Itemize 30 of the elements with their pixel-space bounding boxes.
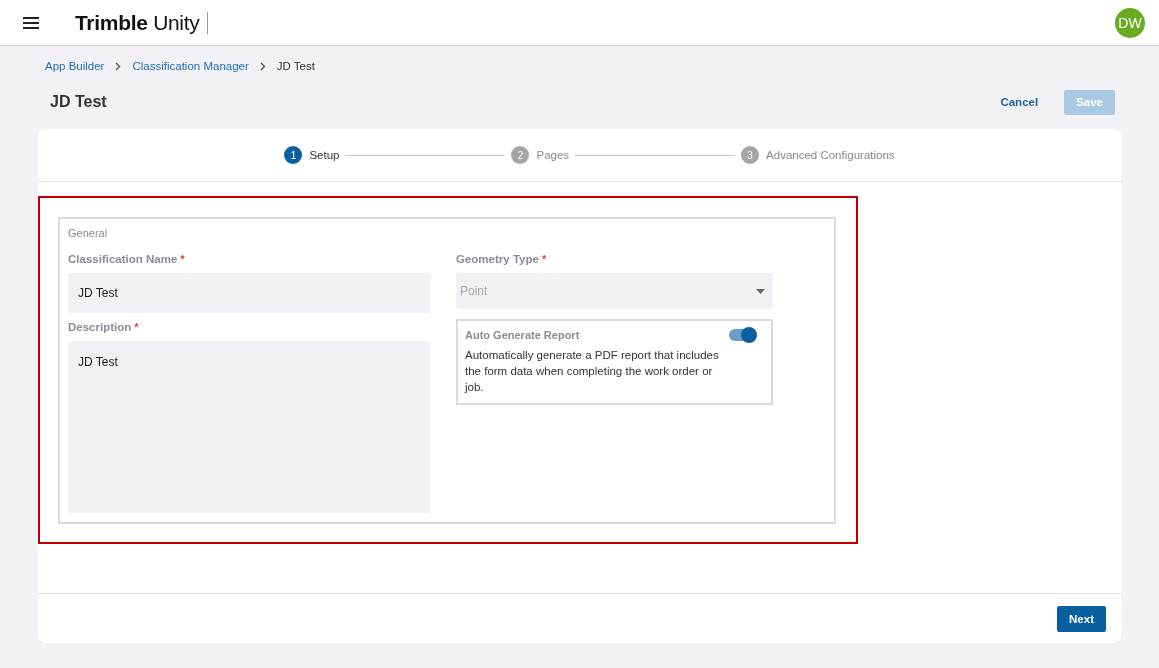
cancel-button[interactable]: Cancel: [994, 95, 1045, 109]
menu-icon[interactable]: [23, 16, 39, 29]
page-title: JD Test: [50, 93, 107, 111]
description-field[interactable]: JD Test: [68, 341, 431, 513]
chevron-right-icon: [115, 61, 122, 71]
breadcrumb-link[interactable]: Classification Manager: [132, 60, 249, 72]
step-tab[interactable]: Advanced Configurations: [766, 149, 895, 161]
classification-name-field[interactable]: JD Test: [68, 273, 431, 313]
field-label: Geometry Type: [456, 253, 539, 265]
field-label: Classification Name: [68, 253, 178, 265]
section-title: General: [68, 227, 109, 239]
required-mark: *: [541, 253, 547, 265]
chevron-right-icon: [259, 61, 266, 71]
step-number: 1: [284, 146, 303, 164]
field-label: Description: [68, 321, 132, 333]
next-button[interactable]: Next: [1057, 605, 1106, 632]
option-description: Automatically generate a PDF report that includes the form data when completing the work order or job.: [465, 348, 720, 395]
breadcrumb-link[interactable]: App Builder: [45, 60, 105, 72]
step-number: 3: [741, 146, 760, 164]
option-title: Auto Generate Report: [465, 329, 580, 341]
step-number: 2: [511, 146, 530, 164]
required-mark: *: [180, 253, 185, 265]
required-mark: *: [134, 321, 139, 333]
caret-icon: [756, 288, 765, 294]
app-logo: Trimble Unity: [75, 10, 200, 35]
toggle-switch[interactable]: [729, 329, 755, 341]
breadcrumb-current: JD Test: [276, 60, 315, 72]
step-tab[interactable]: Setup: [309, 149, 340, 161]
user-avatar[interactable]: DW: [1115, 7, 1145, 38]
step-tab[interactable]: Pages: [536, 149, 570, 161]
